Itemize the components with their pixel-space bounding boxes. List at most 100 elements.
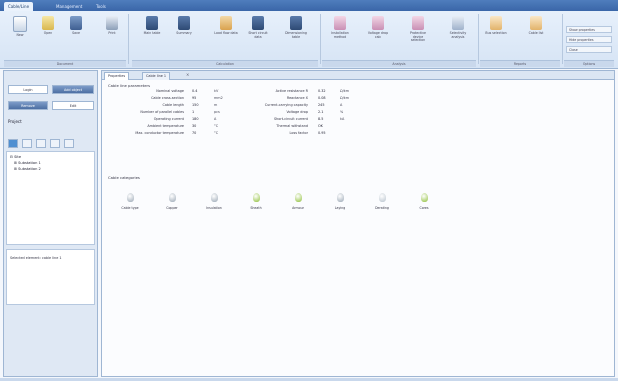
info-text: Selected element: cable line 1 xyxy=(10,256,62,260)
parameter-label: Ambient temperature xyxy=(147,124,184,128)
hide-properties-button[interactable]: Hide properties xyxy=(566,36,612,43)
tree-item-substation-2[interactable]: ⊞ Substation 2 xyxy=(14,167,41,171)
close-button[interactable]: Close xyxy=(566,46,612,53)
ribbon-tab-tools[interactable]: Tools xyxy=(92,2,110,11)
ribbon-group-calculation: Calculation xyxy=(132,60,318,67)
parameter-label: Short-circuit current xyxy=(273,117,308,121)
parameter-row: Thermal withstand OK xyxy=(228,124,356,129)
category-item[interactable]: Derating xyxy=(364,193,400,210)
refresh-icon[interactable] xyxy=(8,139,18,148)
parameter-row: Operating current 180 A xyxy=(108,117,230,122)
filter-icon[interactable] xyxy=(50,139,60,148)
parameter-unit: Ω/km xyxy=(340,96,349,100)
parameter-value[interactable]: 1 xyxy=(192,110,194,115)
parameter-value[interactable]: 0.4 xyxy=(192,89,197,94)
protection-button[interactable]: Protective device selection xyxy=(406,16,430,43)
parameter-value[interactable]: 180 xyxy=(192,117,198,122)
parameter-label: Reactance X xyxy=(286,96,308,100)
parameter-value[interactable]: 245 xyxy=(318,103,324,108)
category-item[interactable]: Armour xyxy=(280,193,316,210)
parameter-value[interactable]: 30 xyxy=(192,124,196,129)
add-object-button[interactable]: Add object xyxy=(52,85,94,94)
login-button[interactable]: Login xyxy=(8,85,48,94)
lightbulb-icon xyxy=(126,193,134,202)
category-item[interactable]: Cable type xyxy=(112,193,148,210)
installation-button[interactable]: Installation method xyxy=(328,16,352,39)
close-tab-icon[interactable]: × xyxy=(186,72,189,77)
tree-item-site[interactable]: ⊟ Site xyxy=(10,155,21,159)
short-circuit-button[interactable]: Short circuit data xyxy=(246,16,270,39)
load-flow-button[interactable]: Load flow data xyxy=(214,16,238,36)
parameter-row: Cable length 150 m xyxy=(108,103,230,108)
parameter-value[interactable]: 150 xyxy=(192,103,198,108)
main-panel: Properties Cable line 1 × Cable line par… xyxy=(101,70,615,377)
parameter-unit: % xyxy=(340,110,344,114)
new-file-icon xyxy=(13,16,27,32)
ribbon-separator xyxy=(562,14,563,64)
collapse-icon[interactable] xyxy=(36,139,46,148)
parameter-label: Cable cross-section xyxy=(151,96,184,100)
ribbon-separator xyxy=(320,14,321,64)
tab-cable-line[interactable]: Cable line 1 xyxy=(142,72,171,80)
left-panel: Login Add object Remove Edit Project ⊟ S… xyxy=(3,70,98,377)
info-panel: Selected element: cable line 1 xyxy=(6,249,95,305)
parameter-value[interactable]: 70 xyxy=(192,131,196,136)
voltage-drop-button-label: Voltage drop calc xyxy=(367,31,389,39)
category-label: Derating xyxy=(375,206,389,210)
table-icon xyxy=(146,16,158,30)
parameter-value[interactable]: 0.95 xyxy=(318,131,326,136)
save-button[interactable]: Save xyxy=(64,16,88,36)
settings-icon[interactable] xyxy=(64,139,74,148)
ribbon-group-reports: Reports xyxy=(480,60,560,67)
lightbulb-icon xyxy=(168,193,176,202)
lightbulb-icon xyxy=(378,193,386,202)
print-button-label: Print xyxy=(108,31,116,35)
parameter-unit: A xyxy=(214,117,217,121)
short-circuit-button-label: Short circuit data xyxy=(248,31,268,39)
voltage-drop-button[interactable]: Voltage drop calc xyxy=(366,16,390,39)
selectivity-button[interactable]: Selectivity analysis xyxy=(446,16,470,39)
category-item[interactable]: Laying xyxy=(322,193,358,210)
parameter-unit: mm2 xyxy=(214,96,223,100)
category-item[interactable]: Cores xyxy=(406,193,442,210)
parameter-row: Loss factor 0.95 xyxy=(228,131,356,136)
tree-item-substation-1[interactable]: ⊞ Substation 1 xyxy=(14,161,41,165)
load-flow-icon xyxy=(220,16,232,30)
ribbon-tab-management[interactable]: Management xyxy=(52,2,86,11)
new-button[interactable]: New xyxy=(8,16,32,38)
summary-button[interactable]: Summary xyxy=(172,16,196,36)
open-button[interactable]: Open xyxy=(36,16,60,36)
edit-button[interactable]: Edit xyxy=(52,101,94,110)
parameter-unit: °C xyxy=(214,131,219,135)
category-item[interactable]: Insulation xyxy=(196,193,232,210)
parameter-value[interactable]: 8.5 xyxy=(318,117,323,122)
category-item[interactable]: Copper xyxy=(154,193,190,210)
bus-selection-button[interactable]: Bus selection xyxy=(484,16,508,36)
show-properties-button[interactable]: Show properties xyxy=(566,26,612,33)
parameter-unit: °C xyxy=(214,124,219,128)
parameter-value[interactable]: 95 xyxy=(192,96,196,101)
cable-list-button[interactable]: Cable list xyxy=(524,16,548,36)
dimension-icon xyxy=(290,16,302,30)
remove-button[interactable]: Remove xyxy=(8,101,48,110)
dimensioning-button[interactable]: Dimensioning table xyxy=(284,16,308,39)
print-button[interactable]: Print xyxy=(100,16,124,36)
parameter-value[interactable]: 2.1 xyxy=(318,110,323,115)
parameter-value[interactable]: 0.08 xyxy=(318,96,326,101)
expand-icon[interactable] xyxy=(22,139,32,148)
category-item[interactable]: Sheath xyxy=(238,193,274,210)
project-tree: ⊟ Site ⊞ Substation 1 ⊞ Substation 2 xyxy=(6,151,95,245)
parameter-row: Reactance X 0.08 Ω/km xyxy=(228,96,356,101)
parameter-label: Voltage drop xyxy=(286,110,309,114)
summary-button-label: Summary xyxy=(176,31,192,35)
parameter-row: Active resistance R 0.32 Ω/km xyxy=(228,89,356,94)
dimensioning-button-label: Dimensioning table xyxy=(285,31,307,39)
ribbon-toolbar: Cable/Line Management Tools New Open Sav… xyxy=(0,0,618,69)
ribbon-tab-cable-line[interactable]: Cable/Line xyxy=(4,2,34,11)
parameter-row: Current-carrying capacity 245 A xyxy=(228,103,356,108)
parameter-value[interactable]: OK xyxy=(318,124,323,129)
main-table-button[interactable]: Main table xyxy=(140,16,164,36)
parameter-value[interactable]: 0.32 xyxy=(318,89,326,94)
tab-properties[interactable]: Properties xyxy=(104,72,130,80)
parameter-row: Short-circuit current 8.5 kA xyxy=(228,117,356,122)
